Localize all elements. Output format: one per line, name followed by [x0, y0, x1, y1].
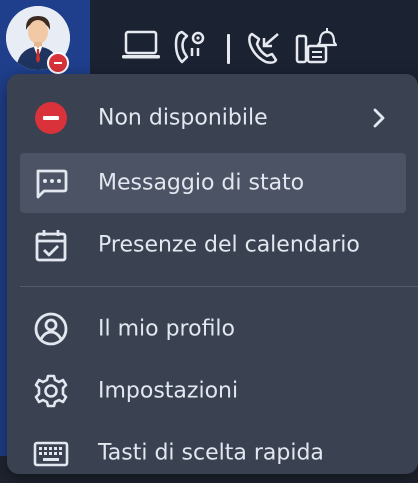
fax-alarm-icon[interactable]: [294, 26, 338, 70]
menu-item-my-profile[interactable]: Il mio profilo: [20, 299, 406, 359]
status-selector[interactable]: Non disponibile: [20, 88, 406, 148]
menu-item-label: Impostazioni: [98, 378, 239, 404]
menu-divider: [20, 286, 418, 287]
gear-icon: [34, 374, 68, 408]
status-red-dot-icon: [35, 102, 67, 134]
menu-item-settings[interactable]: Impostazioni: [20, 361, 406, 421]
computer-icon[interactable]: [120, 26, 164, 70]
call-forward-icon[interactable]: [244, 26, 288, 70]
status-label: Non disponibile: [98, 105, 268, 131]
menu-item-keyboard-shortcuts[interactable]: Tasti di scelta rapida: [20, 423, 406, 483]
menu-item-calendar-presence[interactable]: Presenze del calendario: [20, 215, 406, 275]
menu-item-label: Tasti di scelta rapida: [98, 440, 324, 466]
menu-item-label: Messaggio di stato: [98, 170, 305, 196]
toolbar-separator: [227, 34, 230, 64]
keyboard-icon: [33, 441, 69, 467]
menu-item-status-message[interactable]: Messaggio di stato: [20, 153, 406, 213]
user-circle-icon: [34, 312, 68, 346]
calendar-check-icon: [35, 230, 67, 262]
menu-item-label: Il mio profilo: [98, 316, 236, 342]
chat-bubble-icon: [36, 169, 68, 199]
menu-item-label: Presenze del calendario: [98, 232, 360, 258]
chevron-right-icon: [373, 108, 385, 128]
user-menu: Non disponibile Messaggio di stato Prese…: [7, 74, 418, 474]
status-badge: [47, 52, 69, 74]
phone-settings-icon[interactable]: [170, 26, 214, 70]
